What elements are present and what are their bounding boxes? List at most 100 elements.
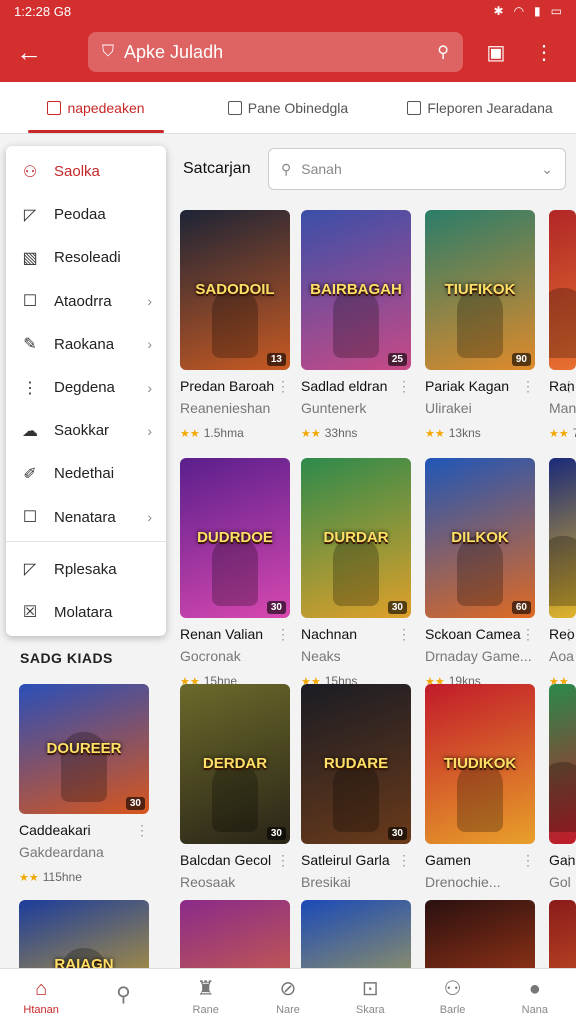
game-thumbnail[interactable]: BABARO <box>301 900 411 968</box>
game-logo-text: DOUREER <box>46 739 122 757</box>
game-card[interactable]: SADODOIL 13 Predan Baroah ⋮ Reanenieshan ★★ 1.… <box>180 210 290 440</box>
more-options-icon[interactable]: ⋮ <box>562 626 576 642</box>
menu-item-label: Peodaa <box>54 206 106 224</box>
tab-icon <box>407 100 422 115</box>
game-thumbnail[interactable]: DUDRDOE 30 <box>180 458 290 618</box>
more-options-icon[interactable]: ⋮ <box>276 852 290 868</box>
filter-dropdown[interactable]: ⚲ Sanah ⌄ <box>268 148 566 190</box>
menu-item[interactable]: ✐ Nedethai <box>6 452 166 495</box>
star-rating-icon: ★★ <box>425 428 445 440</box>
game-thumbnail[interactable]: DUDRAS <box>425 900 535 968</box>
game-thumbnail[interactable]: RAIAGN <box>19 900 149 968</box>
game-thumbnail[interactable]: TIUFIKOK 90 <box>425 210 535 370</box>
game-thumbnail[interactable] <box>549 900 576 968</box>
nav-item[interactable]: ⊡ Skara <box>329 969 411 1024</box>
game-logo-text: RAIAGN <box>54 955 114 968</box>
game-thumbnail[interactable]: TIUDIKOK <box>425 684 535 844</box>
game-thumbnail[interactable] <box>549 684 576 844</box>
chevron-right-icon: › <box>147 509 152 526</box>
menu-item[interactable]: ▧ Resoleadi <box>6 236 166 279</box>
nav-label: Rane <box>192 1003 219 1016</box>
tab-bar: napedeaken Pane Obinedgla Fleporen Jeara… <box>0 82 576 134</box>
edit-icon: ✎ <box>23 336 37 354</box>
search-icon[interactable]: ⚲ <box>437 42 449 62</box>
menu-item[interactable]: ⚇ Saolka <box>6 150 166 193</box>
back-arrow-icon[interactable]: ← <box>0 22 58 82</box>
menu-item-label: Raokana <box>54 335 115 353</box>
more-options-icon[interactable]: ⋮ <box>562 852 576 868</box>
menu-item[interactable]: ☐ Ataodrra › <box>6 280 166 323</box>
game-card[interactable]: DURDAR 30 Nachnan ⋮ Neaks ★★ 15hns <box>301 458 411 688</box>
compass-icon: ⊘ <box>279 977 297 1000</box>
nav-item[interactable]: ♜ Rane <box>165 969 247 1024</box>
game-icon: ♜ <box>196 977 215 1000</box>
more-vert-icon[interactable]: ⋮ <box>524 22 564 82</box>
game-card[interactable]: DOUREER 30 Caddeakari ⋮ Gakdeardana ★★ 115hne <box>19 684 149 884</box>
game-card[interactable]: TIUDIKOKGamen⋮Drenochie...★★15hns <box>425 684 535 914</box>
game-subtitle: Man <box>549 400 576 416</box>
nav-item[interactable]: ● Nana <box>494 969 576 1024</box>
game-thumbnail[interactable]: RUDARE 30 <box>301 684 411 844</box>
more-options-icon[interactable]: ⋮ <box>397 378 411 394</box>
game-card[interactable]: SONGENOE <box>180 900 290 968</box>
game-card[interactable]: RUDARE30Satleirul Garla⋮Bresikai★★15hne <box>301 684 411 914</box>
game-thumbnail[interactable]: DOUREER 30 <box>19 684 149 814</box>
tab-icon <box>47 100 62 115</box>
nav-item[interactable]: ⊘ Nare <box>247 969 329 1024</box>
game-card[interactable]: BABARO <box>301 900 411 968</box>
game-subtitle: Drenochie... <box>425 874 501 890</box>
clipboard-icon[interactable]: ▣ <box>476 22 516 82</box>
menu-item[interactable]: ◸ Peodaa <box>6 193 166 236</box>
game-card[interactable]: Reo ⋮ Aoa ★★ <box>549 458 576 688</box>
game-card[interactable]: DUDRDOE 30 Renan Valian ⋮ Gocronak ★★ 15hne <box>180 458 290 688</box>
search-bar[interactable]: ⛉ Apke Juladh ⚲ <box>88 32 463 72</box>
game-card[interactable]: DILKOK 60 Sckoan Camea ⋮ Drnaday Game... ★★ 19… <box>425 458 535 688</box>
game-card[interactable]: Gan⋮Gol★★ <box>549 684 576 914</box>
tab-fleporen-jearadana[interactable]: Fleporen Jearadana <box>384 82 576 133</box>
game-title-text: Sadlad eldran <box>301 378 388 394</box>
game-subtitle: Neaks <box>301 648 341 664</box>
more-options-icon[interactable]: ⋮ <box>521 852 535 868</box>
game-thumbnail[interactable]: DURDAR 30 <box>301 458 411 618</box>
game-rating: ★★ 115hne <box>19 870 149 884</box>
game-thumbnail[interactable]: DILKOK 60 <box>425 458 535 618</box>
more-options-icon[interactable]: ⋮ <box>276 626 290 642</box>
character-art <box>549 536 576 606</box>
nav-item[interactable]: ⚲ <box>82 969 164 1024</box>
game-card[interactable]: RAIAGN <box>19 900 149 968</box>
tab-napedeaken[interactable]: napedeaken <box>0 82 192 133</box>
more-options-icon[interactable]: ⋮ <box>397 626 411 642</box>
game-thumbnail[interactable] <box>549 210 576 370</box>
game-card[interactable]: DERDAR30Balcdan Gecol⋮Reosaak★★13hns <box>180 684 290 914</box>
count-badge: 30 <box>387 601 407 614</box>
game-card[interactable]: TIUFIKOK 90 Pariak Kagan ⋮ Ulirakei ★★ 13kns <box>425 210 535 440</box>
game-thumbnail[interactable]: SONGENOE <box>180 900 290 968</box>
menu-item[interactable]: ☒ Molatara <box>6 591 166 634</box>
more-options-icon[interactable]: ⋮ <box>521 378 535 394</box>
menu-item[interactable]: ☁ Saokkar › <box>6 409 166 452</box>
game-thumbnail[interactable]: BAIRBAGAH 25 <box>301 210 411 370</box>
game-title-text: Satleirul Garla <box>301 852 390 868</box>
tab-pane-obinedgla[interactable]: Pane Obinedgla <box>192 82 384 133</box>
game-card[interactable] <box>549 900 576 968</box>
menu-item[interactable]: ⋮ Degdena › <box>6 366 166 409</box>
nav-item[interactable]: ⌂ Htanan <box>0 969 82 1024</box>
menu-item[interactable]: ◸ Rplesaka <box>6 548 166 591</box>
more-options-icon[interactable]: ⋮ <box>135 822 149 838</box>
more-options-icon[interactable]: ⋮ <box>397 852 411 868</box>
character-art <box>457 536 503 606</box>
game-thumbnail[interactable]: DERDAR 30 <box>180 684 290 844</box>
game-thumbnail[interactable] <box>549 458 576 618</box>
game-card[interactable]: Ran⋮ Man ★★7 <box>549 210 576 440</box>
menu-item-label: Rplesaka <box>54 560 117 578</box>
menu-item-label: Ataodrra <box>54 292 112 310</box>
more-options-icon[interactable]: ⋮ <box>276 378 290 394</box>
nav-item[interactable]: ⚇ Barle <box>411 969 493 1024</box>
game-card[interactable]: DUDRAS <box>425 900 535 968</box>
menu-item[interactable]: ☐ Nenatara › <box>6 496 166 539</box>
game-card[interactable]: BAIRBAGAH 25 Sadlad eldran ⋮ Guntenerk ★★ 33hn… <box>301 210 411 440</box>
menu-item[interactable]: ✎ Raokana › <box>6 323 166 366</box>
more-options-icon[interactable]: ⋮ <box>562 378 576 394</box>
more-options-icon[interactable]: ⋮ <box>521 626 535 642</box>
game-thumbnail[interactable]: SADODOIL 13 <box>180 210 290 370</box>
